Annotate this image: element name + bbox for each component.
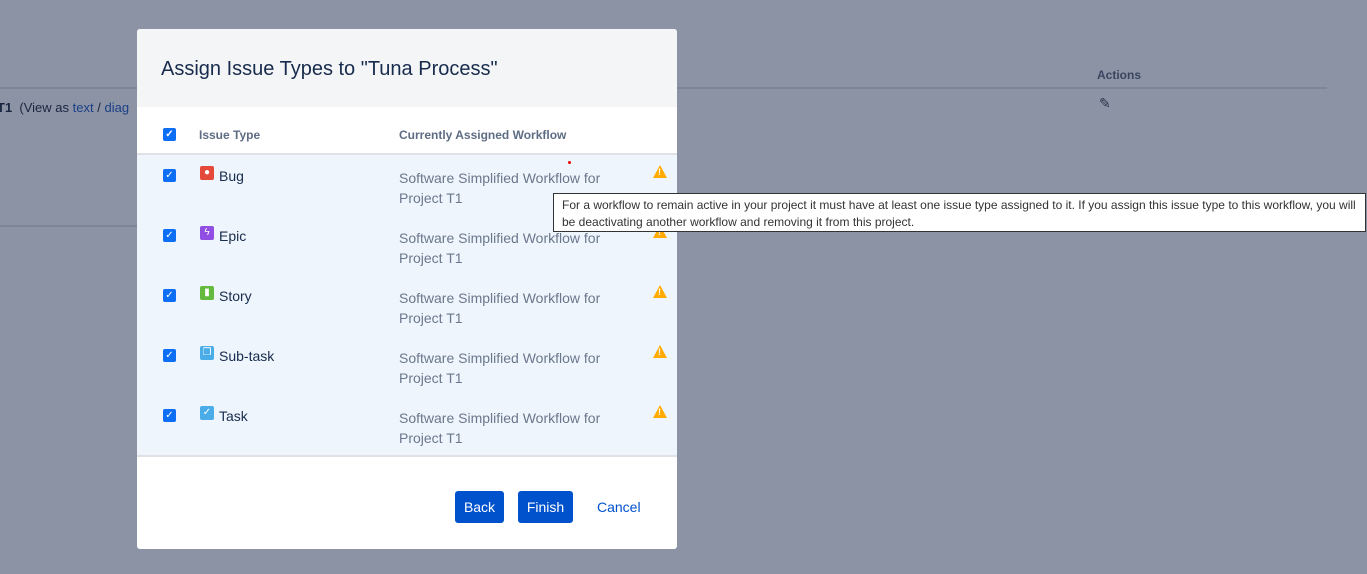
- dialog-header: Assign Issue Types to "Tuna Process": [137, 29, 677, 107]
- warning-icon[interactable]: !: [653, 285, 667, 298]
- separator: /: [97, 100, 101, 115]
- current-workflow: Software Simplified Workflow for Project…: [399, 290, 601, 326]
- current-workflow: Software Simplified Workflow for Project…: [399, 350, 601, 386]
- story-type-icon: ▮: [200, 286, 214, 300]
- current-workflow: Software Simplified Workflow for Project…: [399, 230, 601, 266]
- issue-type-name: Story: [219, 288, 252, 304]
- view-as-diagram-link[interactable]: diag: [105, 100, 130, 115]
- issue-type-checkbox[interactable]: ✓: [163, 169, 176, 182]
- issue-type-name: Epic: [219, 228, 247, 244]
- issue-type-checkbox[interactable]: ✓: [163, 229, 176, 242]
- workflow-row-label: T1 (View as text / diag: [0, 100, 129, 115]
- current-workflow: Software Simplified Workflow for Project…: [399, 410, 601, 446]
- back-button[interactable]: Back: [455, 491, 504, 523]
- warning-icon[interactable]: !: [653, 345, 667, 358]
- epic-type-icon: ϟ: [200, 226, 214, 240]
- issue-type-row: ✓ ✓ Task Software Simplified Workflow fo…: [137, 395, 677, 455]
- view-as-text-link[interactable]: text: [73, 100, 94, 115]
- workflow-column-header: Currently Assigned Workflow: [399, 128, 567, 142]
- warning-tooltip: For a workflow to remain active in your …: [553, 193, 1366, 232]
- cancel-link[interactable]: Cancel: [597, 491, 641, 523]
- issue-type-checkbox[interactable]: ✓: [163, 289, 176, 302]
- issue-type-column-header: Issue Type: [199, 128, 261, 142]
- dialog-title: Assign Issue Types to "Tuna Process": [161, 58, 498, 80]
- select-all-checkbox[interactable]: ✓: [163, 128, 176, 141]
- warning-icon[interactable]: !: [653, 405, 667, 418]
- project-key: T1: [0, 100, 13, 115]
- bug-type-icon: ●: [200, 166, 214, 180]
- assign-issue-types-dialog: Assign Issue Types to "Tuna Process" ✓ I…: [137, 29, 677, 549]
- warning-icon[interactable]: !: [653, 165, 667, 178]
- edit-pencil-icon[interactable]: ✎: [1099, 95, 1111, 112]
- issue-type-checkbox[interactable]: ✓: [163, 409, 176, 422]
- table-header: ✓ Issue Type Currently Assigned Workflow: [137, 107, 677, 155]
- issue-type-row: ✓ ❐ Sub-task Software Simplified Workflo…: [137, 335, 677, 395]
- background-row-divider: [0, 225, 140, 227]
- cursor-dot: [568, 161, 571, 164]
- finish-button[interactable]: Finish: [518, 491, 573, 523]
- issue-type-name: Task: [219, 408, 248, 424]
- actions-column-header: Actions: [1097, 68, 1142, 82]
- issue-type-name: Bug: [219, 168, 244, 184]
- sub-task-type-icon: ❐: [200, 346, 214, 360]
- view-as-label: (View as: [19, 100, 70, 115]
- issue-type-row: ✓ ▮ Story Software Simplified Workflow f…: [137, 275, 677, 335]
- task-type-icon: ✓: [200, 406, 214, 420]
- issue-type-checkbox[interactable]: ✓: [163, 349, 176, 362]
- issue-type-name: Sub-task: [219, 348, 275, 364]
